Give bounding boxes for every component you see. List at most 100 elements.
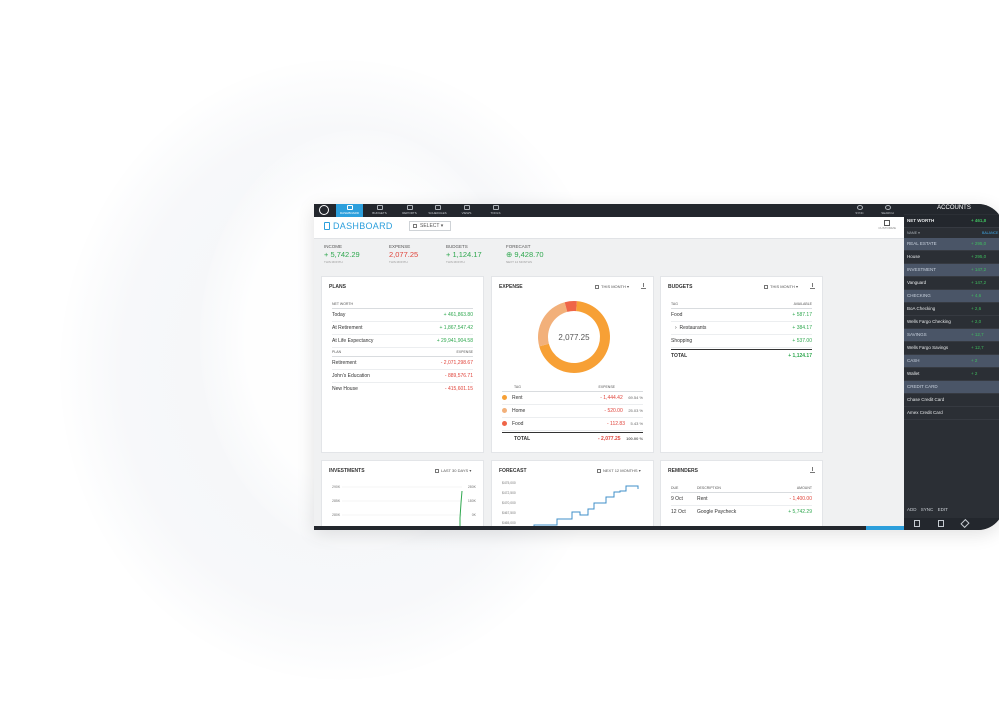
accounts-subheader: NAME ▾ BALANCE xyxy=(907,231,999,235)
summary-expense[interactable]: EXPENSE 2,077.25 THIS MONTH xyxy=(389,244,418,264)
account-row[interactable]: BoA Checking + 2,6 xyxy=(904,303,999,316)
account-group-row[interactable]: REAL ESTATE + 295,0 xyxy=(904,238,999,251)
bank-icon[interactable] xyxy=(914,520,920,527)
row-label: Rent xyxy=(512,395,523,401)
total-row: TOTAL + 1,124.17 xyxy=(671,349,812,362)
account-row[interactable]: Vanguard + 147,2 xyxy=(904,277,999,290)
row-label: Restaurants xyxy=(679,325,707,331)
table-row[interactable]: › Restaurants + 384.17 xyxy=(671,322,812,335)
table-row[interactable]: Home - 520.00 25.03 % xyxy=(502,405,643,418)
legend-dot xyxy=(502,408,507,413)
header-cell: TAG xyxy=(514,385,521,389)
account-group-row[interactable]: SAVINGS + 12,7 xyxy=(904,329,999,342)
row-label: Chase Credit Card xyxy=(907,397,945,402)
account-row[interactable]: Wells Fargo Savings + 12,7 xyxy=(904,342,999,355)
account-row[interactable]: Chase Credit Card xyxy=(904,394,999,407)
sync-icon xyxy=(856,205,863,210)
nav-label: DASHBOARD xyxy=(339,211,359,215)
period-select[interactable]: NEXT 12 MONTHS ▾ xyxy=(597,468,641,473)
edit-accounts-button[interactable]: EDIT xyxy=(938,507,948,512)
row-value: - 2,071,298.67 xyxy=(440,360,473,366)
summary-value-text: 9,428.70 xyxy=(514,250,544,259)
summary-budgets[interactable]: BUDGETS + 1,124.17 THIS MONTH xyxy=(446,244,482,264)
dashboard-select[interactable]: SELECT ▾ xyxy=(409,221,451,231)
nav-label: REPORTS xyxy=(402,211,417,215)
nav-sync[interactable]: SYNC xyxy=(846,204,873,217)
investments-chart xyxy=(342,486,463,530)
row-label: CREDIT CARD xyxy=(907,384,938,389)
nav-tools[interactable]: TOOLS xyxy=(482,204,509,217)
period-select[interactable]: LAST 30 DAYS ▾ xyxy=(435,468,471,473)
nav-budgets[interactable]: BUDGETS xyxy=(366,204,393,217)
add-account-button[interactable]: ADD xyxy=(907,507,917,512)
tag-icon[interactable] xyxy=(960,518,970,529)
calendar-icon xyxy=(435,469,439,473)
nav-label: SEARCH xyxy=(881,211,894,215)
account-row[interactable]: Wallet + 2 xyxy=(904,368,999,381)
table-row[interactable]: Food + 587.17 xyxy=(671,309,812,322)
sub-value: BALANCE xyxy=(982,231,999,235)
period-select[interactable]: THIS MONTH ▾ xyxy=(764,284,798,289)
period-select[interactable]: THIS MONTH ▾ xyxy=(595,284,629,289)
nav-dashboard[interactable]: DASHBOARD xyxy=(336,204,363,217)
account-group-row[interactable]: CREDIT CARD xyxy=(904,381,999,394)
row-label: Rent xyxy=(697,496,708,502)
row-value: + 587.17 xyxy=(792,312,812,318)
budgets-icon xyxy=(376,205,383,210)
legend-dot xyxy=(502,421,507,426)
row-label: CHECKING xyxy=(907,293,931,298)
table-row[interactable]: 9 Oct Rent - 1,400.00 xyxy=(671,493,812,506)
table-row[interactable]: New House - 415,601.15 xyxy=(332,383,473,395)
table-row[interactable]: At Retirement + 1,867,547.42 xyxy=(332,322,473,335)
sync-accounts-button[interactable]: SYNC xyxy=(921,507,934,512)
table-row[interactable]: 12 Oct Google Paycheck + 5,742.29 xyxy=(671,506,812,518)
download-icon[interactable] xyxy=(641,283,646,289)
table-row[interactable]: Shopping + 537.00 xyxy=(671,335,812,348)
download-icon[interactable] xyxy=(810,467,815,473)
summary-sub: NEXT 12 MONTHS xyxy=(506,260,532,264)
table-row[interactable]: Rent - 1,444.42 69.54 % xyxy=(502,392,643,405)
net-worth-row[interactable]: NET WORTH + 461,8 xyxy=(904,215,999,228)
nav-label: SCHEDULES xyxy=(428,211,447,215)
summary-forecast[interactable]: FORECAST ⊕ 9,428.70 NEXT 12 MONTHS xyxy=(506,244,544,264)
period-label: NEXT 12 MONTHS xyxy=(603,468,638,473)
summary-income[interactable]: INCOME + 5,742.29 THIS MONTH xyxy=(324,244,360,264)
account-group-row[interactable]: CHECKING + 4,6 xyxy=(904,290,999,303)
account-row[interactable]: Amex Credit Card xyxy=(904,407,999,420)
row-value: - 1,400.00 xyxy=(789,496,812,502)
row-value: + 384.17 xyxy=(792,325,812,331)
row-value: + 12,7 xyxy=(971,345,984,350)
total-label: TOTAL xyxy=(671,353,688,359)
account-row[interactable]: House + 295,0 xyxy=(904,251,999,264)
row-value: + 29,941,904.58 xyxy=(436,338,473,344)
table-row[interactable]: At Life Expectancy + 29,941,904.58 xyxy=(332,335,473,348)
table-header: DUE DESCRIPTION AMOUNT xyxy=(671,485,812,493)
nav-schedules[interactable]: SCHEDULES xyxy=(424,204,451,217)
download-icon[interactable] xyxy=(810,283,815,289)
calendar-icon xyxy=(595,285,599,289)
table-row[interactable]: Today + 461,863.80 xyxy=(332,309,473,322)
table-row[interactable]: Retirement - 2,071,298.67 xyxy=(332,357,473,370)
account-group-row[interactable]: CASH + 2 xyxy=(904,355,999,368)
nav-views[interactable]: VIEWS xyxy=(453,204,480,217)
table-header: TAG AVAILABLE xyxy=(671,301,812,309)
total-value: + 1,124.17 xyxy=(788,353,812,359)
account-row[interactable]: Wells Fargo Checking + 2,0 xyxy=(904,316,999,329)
nav-reports[interactable]: REPORTS xyxy=(396,204,423,217)
period-label: LAST 30 DAYS xyxy=(441,468,469,473)
customize-button[interactable]: CUSTOMIZE xyxy=(878,220,896,230)
row-value: + 5,742.29 xyxy=(788,509,812,515)
y-tick: 280K xyxy=(467,485,476,489)
row-value: + 2,6 xyxy=(971,306,982,311)
nav-label: TOOLS xyxy=(490,211,501,215)
forecast-line xyxy=(522,485,639,530)
table-row[interactable]: Food - 112.83 5.43 % xyxy=(502,418,643,431)
table-row[interactable]: John's Education - 889,576.71 xyxy=(332,370,473,383)
account-group-row[interactable]: INVESTMENT + 147,2 xyxy=(904,264,999,277)
summary-label: BUDGETS xyxy=(446,244,468,249)
calendar-icon[interactable] xyxy=(938,520,944,527)
logo-icon[interactable] xyxy=(319,205,329,215)
row-value: - 112.83 xyxy=(607,421,625,427)
row-pct: 25.03 % xyxy=(628,408,643,413)
nav-search[interactable]: SEARCH xyxy=(874,204,901,217)
